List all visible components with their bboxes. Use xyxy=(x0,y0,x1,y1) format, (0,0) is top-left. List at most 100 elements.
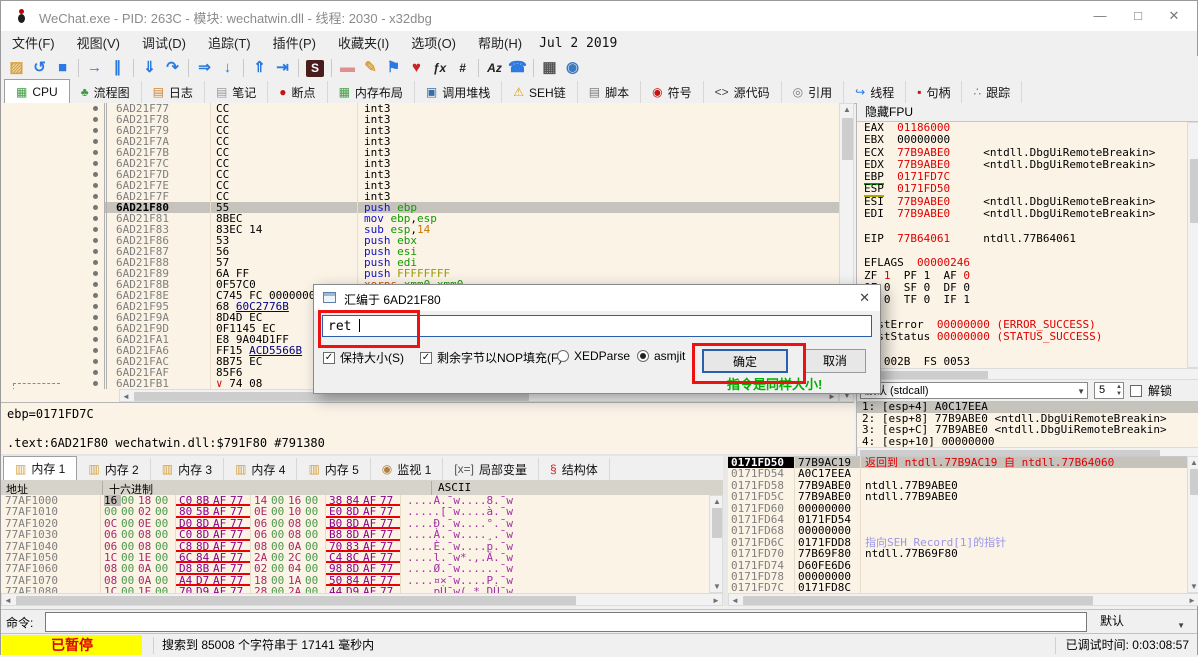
breakpoint-gutter[interactable] xyxy=(1,290,104,301)
pause-icon[interactable]: ∥ xyxy=(106,57,129,79)
assemble-icon[interactable]: ƒx xyxy=(428,57,451,79)
stack-row[interactable]: 0171FD5C77B9ABE0ntdll.77B9ABE0 xyxy=(728,491,1187,502)
tab-memory[interactable]: ▥内存 4 xyxy=(224,458,297,480)
maximize-icon[interactable]: □ xyxy=(1121,5,1155,27)
register-line[interactable]: CF 0 TF 0 IF 1 xyxy=(857,294,1198,306)
breakpoint-gutter[interactable] xyxy=(1,114,104,125)
step-over-icon[interactable]: ↷ xyxy=(161,57,184,79)
breakpoint-gutter[interactable] xyxy=(1,158,104,169)
breakpoint-gutter[interactable] xyxy=(1,268,104,279)
stack-row[interactable]: 0171FD6000000000 xyxy=(728,503,1187,514)
breakpoint-gutter[interactable] xyxy=(1,301,104,312)
attach-icon[interactable]: ☎ xyxy=(506,57,529,79)
menu-item[interactable]: 视图(V) xyxy=(66,31,131,56)
tab-threads[interactable]: ↪线程 xyxy=(844,81,906,103)
menu-item[interactable]: 插件(P) xyxy=(262,31,327,56)
memory-vscrollbar[interactable]: ▲▼ xyxy=(709,495,723,593)
cancel-button[interactable]: 取消 xyxy=(804,349,866,373)
favourites-icon[interactable]: ♥ xyxy=(405,57,428,79)
breakpoint-gutter[interactable] xyxy=(1,312,104,323)
breakpoint-gutter[interactable] xyxy=(1,235,104,246)
tab-memory[interactable]: ▥内存 1 xyxy=(3,456,77,481)
tab-notes[interactable]: ▤笔记 xyxy=(205,81,268,103)
close-icon[interactable]: ■ xyxy=(51,57,74,79)
run-to-cursor-icon[interactable]: ⇒ xyxy=(193,57,216,79)
tab-watch[interactable]: ◉监视 1 xyxy=(371,458,444,480)
breakpoint-gutter[interactable] xyxy=(1,279,104,290)
memory-row[interactable]: 77AF103006000800C08DAF7706000800B88DAF77… xyxy=(1,529,709,540)
command-profile-select[interactable]: 默认▼ xyxy=(1092,612,1191,630)
comments-icon[interactable]: ✎ xyxy=(359,57,382,79)
menu-item[interactable]: 调试(D) xyxy=(131,31,197,56)
stack-pane[interactable]: 0171FD5077B9AC19返回到 ntdll.77B9AC19 自 ntd… xyxy=(728,456,1187,594)
stack-vscrollbar[interactable]: ▲▼ xyxy=(1187,456,1198,593)
registers-vscrollbar[interactable] xyxy=(1187,122,1198,368)
tab-breakpoints[interactable]: ●断点 xyxy=(268,81,327,103)
dialog-title-bar[interactable]: 汇编于 6AD21F80 ✕ xyxy=(314,285,880,311)
minimize-icon[interactable]: — xyxy=(1083,5,1117,27)
scylla-icon[interactable]: S xyxy=(306,60,324,77)
tab-cpu[interactable]: ▦CPU xyxy=(4,79,70,104)
menu-item[interactable]: 帮助(H) xyxy=(467,31,533,56)
argument-row[interactable]: 4: [esp+10] 00000000 xyxy=(857,436,1198,448)
breakpoint-gutter[interactable] xyxy=(1,213,104,224)
argument-row[interactable]: 1: [esp+4] A0C17EEA xyxy=(857,401,1198,413)
tab-seh[interactable]: ⚠SEH链 xyxy=(502,81,577,103)
calling-convention-select[interactable]: 默认 (stdcall)▼ xyxy=(860,382,1088,399)
command-input[interactable] xyxy=(45,612,1087,632)
patch-hash-icon[interactable]: # xyxy=(451,57,474,79)
tab-symbols[interactable]: ◉符号 xyxy=(641,81,704,103)
patches-icon[interactable]: ▬ xyxy=(336,57,359,79)
breakpoint-gutter[interactable] xyxy=(1,125,104,136)
breakpoint-gutter[interactable] xyxy=(1,345,104,356)
breakpoint-gutter[interactable] xyxy=(1,147,104,158)
stack-row[interactable]: 0171FD74D60FE6D6 xyxy=(728,560,1187,571)
run-to-user-code-icon[interactable]: ⇥ xyxy=(271,57,294,79)
tab-memory[interactable]: ▥内存 5 xyxy=(297,458,370,480)
registers-panel[interactable]: 隐藏FPU EAX 01186000EBX 00000000ECX 77B9AB… xyxy=(856,103,1198,456)
menu-item[interactable]: 收藏夹(I) xyxy=(327,31,400,56)
run-icon[interactable]: → xyxy=(83,57,106,79)
keep-size-checkbox[interactable]: ✓保持大小(S) xyxy=(323,349,404,366)
tab-references[interactable]: ◎引用 xyxy=(782,81,845,103)
stack-row[interactable]: 0171FD7077B69F80ntdll.77B69F80 xyxy=(728,548,1187,559)
breakpoint-gutter[interactable] xyxy=(1,191,104,202)
strings-icon[interactable]: Az xyxy=(483,57,506,79)
breakpoint-gutter[interactable] xyxy=(1,103,104,114)
breakpoint-gutter[interactable] xyxy=(1,246,104,257)
tab-graph[interactable]: ♣流程图 xyxy=(70,81,142,103)
breakpoint-gutter[interactable] xyxy=(1,367,104,378)
registers-list[interactable]: EAX 01186000EBX 00000000ECX 77B9ABE0 <nt… xyxy=(857,122,1198,368)
breakpoint-gutter[interactable] xyxy=(1,334,104,345)
hide-fpu-button[interactable]: 隐藏FPU xyxy=(857,103,1198,122)
menu-item[interactable]: 追踪(T) xyxy=(197,31,262,56)
nop-fill-checkbox[interactable]: ✓剩余字节以NOP填充(F) xyxy=(420,349,562,366)
args-count-stepper[interactable]: 5▲▼ xyxy=(1094,382,1124,399)
menu-item[interactable]: 选项(O) xyxy=(400,31,467,56)
labels-icon[interactable]: ⚑ xyxy=(382,57,405,79)
tab-log[interactable]: ▤日志 xyxy=(142,81,205,103)
breakpoint-gutter[interactable] xyxy=(1,224,104,235)
memory-dump[interactable]: 77AF100016001800C08BAF77140016003884AF77… xyxy=(1,495,709,593)
register-line[interactable]: EDI 77B9ABE0 <ntdll.DbgUiRemoteBreakin> xyxy=(857,208,1198,220)
calculator-icon[interactable]: ▦ xyxy=(538,57,561,79)
stack-row[interactable]: 0171FD7C0171FD8C xyxy=(728,582,1187,593)
breakpoint-gutter[interactable] xyxy=(1,356,104,367)
menu-item[interactable]: 文件(F) xyxy=(1,31,66,56)
breakpoint-gutter[interactable] xyxy=(1,169,104,180)
title-bar[interactable]: WeChat.exe - PID: 263C - 模块: wechatwin.d… xyxy=(1,1,1197,32)
restart-icon[interactable]: ↺ xyxy=(28,57,51,79)
breakpoint-gutter[interactable] xyxy=(1,257,104,268)
register-line[interactable]: GS 002B FS 0053 xyxy=(857,356,1198,368)
argument-row[interactable]: 3: [esp+C] 77B9ABE0 <ntdll.DbgUiRemoteBr… xyxy=(857,424,1198,436)
tab-memory-map[interactable]: ▦内存布局 xyxy=(328,81,415,103)
browser-icon[interactable]: ◉ xyxy=(561,57,584,79)
stack-row[interactable]: 0171FD640171FD54 xyxy=(728,514,1187,525)
ok-button[interactable]: 确定 xyxy=(702,349,788,373)
tab-memory[interactable]: ▥内存 3 xyxy=(151,458,224,480)
unlock-checkbox[interactable] xyxy=(1130,385,1142,397)
instruction-input[interactable]: ret xyxy=(322,315,872,337)
asmjit-radio[interactable]: asmjit xyxy=(637,349,685,363)
step-out-icon[interactable]: ⇑ xyxy=(248,57,271,79)
arguments-panel[interactable]: 1: [esp+4] A0C17EEA2: [esp+8] 77B9ABE0 <… xyxy=(857,401,1198,447)
